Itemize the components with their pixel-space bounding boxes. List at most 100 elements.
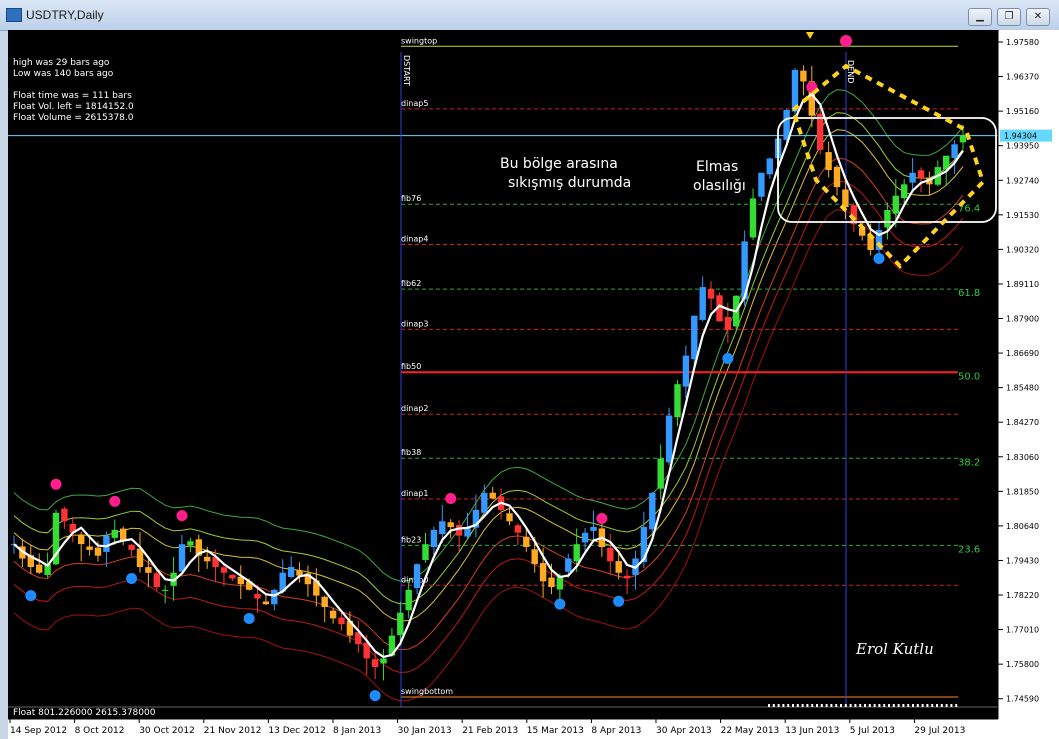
candle-body [262, 601, 270, 605]
candle-body [943, 155, 950, 170]
candle-body [380, 658, 387, 664]
candle-body [766, 158, 773, 175]
candle-body [649, 492, 656, 530]
price-tick-label: 1.78220 [1006, 591, 1039, 600]
volume-tick [945, 704, 948, 707]
volume-tick [787, 704, 790, 707]
swing-low-marker [554, 598, 566, 610]
time-tick-label: 29 Jul 2013 [914, 726, 965, 736]
dstart-label: DSTART [402, 55, 411, 86]
candle-body [329, 610, 337, 619]
level-label-fib76: fib76 [401, 194, 421, 203]
candle-body [153, 573, 160, 588]
candle-body [842, 189, 849, 208]
volume-tick [825, 704, 828, 707]
price-chart[interactable]: swingtop dinap5 fib76 dinap4 fib62 dinap3 fib5… [8, 30, 1059, 739]
current-price-label: 1.94304 [1004, 132, 1037, 141]
level-pct-label: 23.6 [958, 544, 980, 555]
price-tick-label: 1.93950 [1006, 142, 1039, 151]
volume-tick [854, 704, 857, 707]
candle-body [539, 563, 547, 582]
volume-tick [801, 704, 804, 707]
plot-background [8, 30, 998, 707]
price-tick-label: 1.97580 [1006, 38, 1039, 47]
volume-tick [849, 704, 852, 707]
level-label-swingbottom: swingbottom [401, 687, 453, 696]
time-tick-label: 21 Nov 2012 [204, 726, 262, 736]
candle-body [94, 547, 102, 556]
time-tick-label: 8 Apr 2013 [591, 726, 641, 736]
chart-window-icon [6, 8, 22, 22]
candle-body [917, 170, 925, 179]
candle-body [506, 513, 513, 522]
candle-body [523, 536, 530, 547]
candle-body [699, 287, 706, 320]
price-tick-label: 1.91530 [1006, 211, 1039, 220]
close-button[interactable]: ✕ [1026, 8, 1050, 26]
swing-high-marker [50, 478, 62, 490]
candle-body [548, 577, 555, 587]
level-pct-label: 61.8 [958, 288, 980, 299]
volume-tick [950, 704, 953, 707]
info-line-1: Low was 140 bars ago [13, 69, 114, 79]
price-tick-label: 1.80640 [1006, 522, 1039, 531]
level-label-dinap1: dinap1 [401, 489, 428, 498]
time-tick-label: 21 Feb 2013 [462, 726, 518, 736]
price-tick-label: 1.81850 [1006, 487, 1039, 496]
candle-body [413, 564, 421, 588]
info-line-0: high was 29 bars ago [13, 58, 110, 68]
volume-tick [772, 704, 775, 707]
candle-body [145, 567, 152, 573]
restore-button[interactable]: ❐ [997, 8, 1021, 26]
level-label-swingtop: swingtop [401, 36, 437, 45]
candle-body [36, 564, 43, 573]
candle-body [833, 166, 841, 188]
volume-tick [921, 704, 924, 707]
volume-tick [796, 704, 799, 707]
candle-body [371, 659, 379, 667]
minimize-button[interactable]: ▁ [968, 8, 992, 26]
candle-body [439, 521, 446, 534]
title-bar[interactable]: USDTRY,Daily ▁ ❐ ✕ [0, 0, 1059, 31]
time-axis: 14 Sep 2012 8 Oct 2012 30 Oct 2012 21 Nov 2… [8, 718, 1059, 739]
candle-body [178, 544, 186, 572]
candle-body [531, 549, 538, 565]
candle-body [405, 589, 412, 611]
region-text-2: sıkışmış durumda [508, 175, 631, 191]
candle-body [758, 172, 765, 197]
candle-body [111, 529, 118, 538]
candle-body [901, 184, 908, 199]
candle-body [573, 544, 580, 562]
level-label-fib23: fib23 [401, 535, 421, 544]
candle-body [623, 575, 631, 579]
time-tick-label: 5 Jul 2013 [850, 726, 895, 736]
volume-tick [782, 704, 785, 707]
candle-body [481, 492, 488, 513]
level-pct-label: 50.0 [958, 371, 980, 382]
price-tick-label: 1.87900 [1006, 315, 1039, 324]
candle-body [128, 544, 135, 550]
candle-body [615, 561, 622, 573]
candle-body [489, 492, 496, 499]
time-tick-label: 13 Jun 2013 [785, 726, 839, 736]
volume-tick [811, 704, 814, 707]
candle-body [447, 522, 454, 528]
candle-body [220, 567, 228, 573]
candle-body [430, 529, 438, 547]
swing-high-marker [176, 510, 188, 522]
swing-low-marker [873, 253, 885, 265]
candle-body [884, 210, 891, 228]
time-tick-label: 30 Apr 2013 [656, 726, 712, 736]
candle-body [817, 113, 824, 150]
volume-tick [792, 704, 794, 707]
price-tick-label: 1.96370 [1006, 73, 1039, 82]
level-label-dinap5: dinap5 [401, 99, 428, 108]
time-tick-label: 22 May 2013 [721, 726, 780, 736]
candle-body [909, 172, 916, 183]
volume-tick [768, 704, 770, 707]
volume-tick [830, 704, 833, 707]
chart-area[interactable]: swingtop dinap5 fib76 dinap4 fib62 dinap3 fib5… [8, 30, 1059, 739]
volume-tick [878, 704, 881, 707]
price-tick-label: 1.77010 [1006, 626, 1039, 635]
volume-tick [888, 704, 890, 707]
